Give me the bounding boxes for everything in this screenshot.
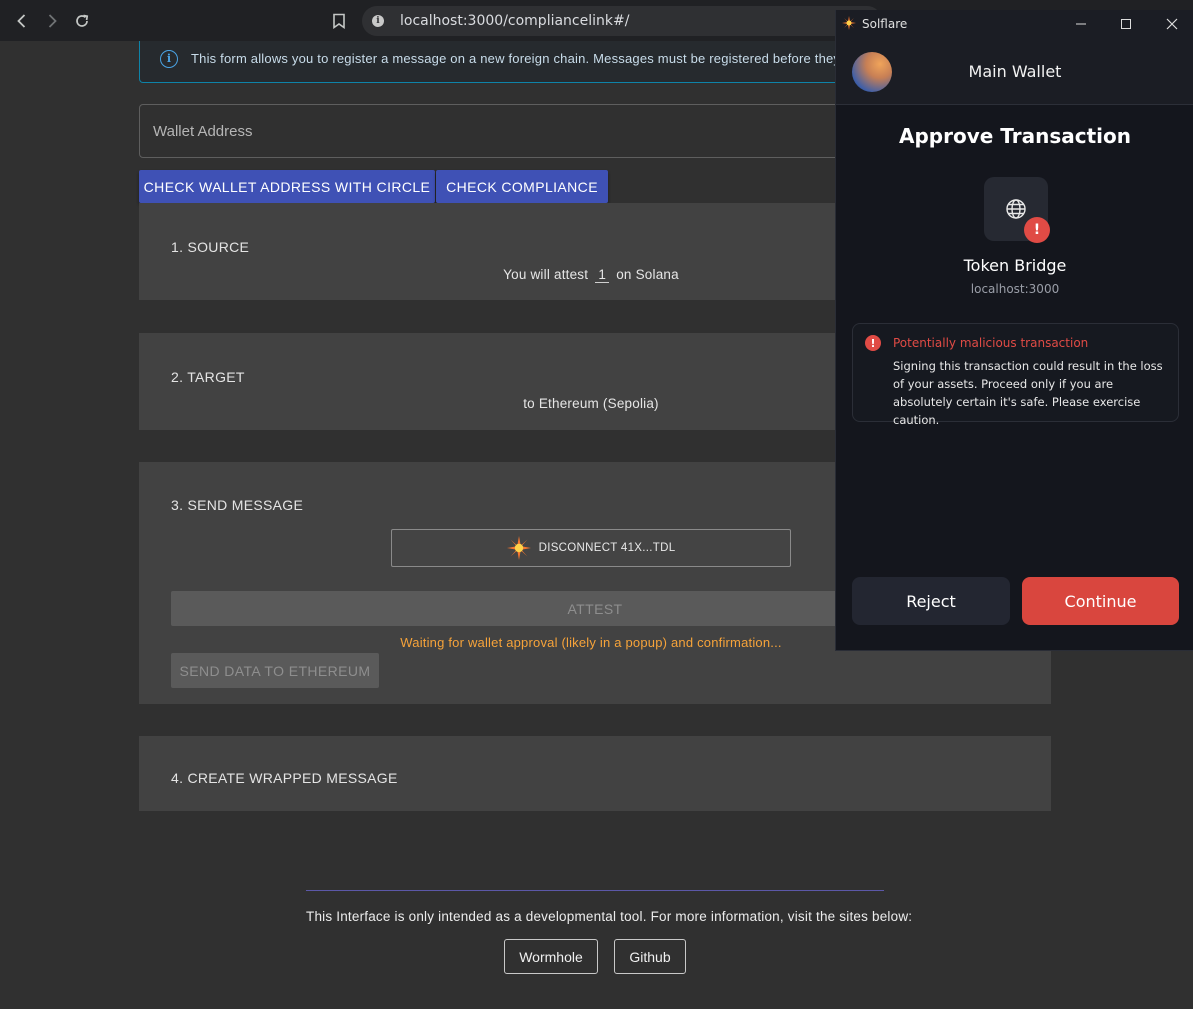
wormhole-link[interactable]: Wormhole [504, 939, 598, 974]
arrow-right-icon [48, 14, 57, 28]
globe-icon [1006, 199, 1026, 219]
source-text-before: You will attest [503, 267, 589, 282]
disconnect-wallet-button[interactable]: DISCONNECT 41X...TDL [391, 529, 791, 567]
minimize-button[interactable] [1071, 14, 1091, 34]
arrow-left-icon [17, 14, 26, 28]
section-title: 1. SOURCE [171, 239, 250, 255]
wallet-header: Main Wallet [836, 38, 1193, 105]
maximize-icon [1121, 19, 1131, 29]
warning-title: Potentially malicious transaction [893, 336, 1089, 350]
wallet-name[interactable]: Main Wallet [836, 62, 1193, 81]
popup-app-title: Solflare [862, 17, 908, 31]
malicious-warning: ! Potentially malicious transaction Sign… [852, 323, 1179, 427]
minimize-icon [1076, 23, 1086, 25]
solflare-popup: Solflare Main Wallet Approve Transaction… [835, 10, 1193, 651]
warning-badge-icon: ! [1024, 217, 1050, 243]
solflare-icon [506, 536, 531, 560]
address-bar-url: localhost:3000/compliancelink#/ [400, 13, 630, 29]
reject-button[interactable]: Reject [852, 577, 1010, 625]
popup-titlebar: Solflare [836, 10, 1193, 38]
bookmark-button[interactable] [328, 9, 350, 33]
close-button[interactable] [1162, 14, 1182, 34]
back-button[interactable] [10, 9, 34, 33]
footer-divider [306, 890, 884, 891]
footer-text: This Interface is only intended as a dev… [306, 909, 913, 924]
maximize-button[interactable] [1116, 14, 1136, 34]
reload-button[interactable] [70, 9, 94, 33]
wrapped-message-section: 4. CREATE WRAPPED MESSAGE [139, 736, 1051, 811]
section-title: 3. SEND MESSAGE [171, 497, 304, 513]
approve-title: Approve Transaction [899, 124, 1131, 148]
source-text-after: on Solana [616, 267, 679, 282]
send-data-button[interactable]: SEND DATA TO ETHEREUM [171, 653, 379, 688]
attest-amount: 1 [595, 267, 610, 283]
bookmark-icon [333, 13, 345, 29]
dapp-name: Token Bridge [963, 256, 1067, 275]
check-compliance-button[interactable]: CHECK COMPLIANCE [436, 170, 608, 203]
alert-icon: ! [865, 335, 881, 351]
continue-button[interactable]: Continue [1022, 577, 1179, 625]
solflare-logo-icon [842, 16, 856, 30]
disconnect-label: DISCONNECT 41X...TDL [538, 542, 676, 554]
github-link[interactable]: Github [614, 939, 686, 974]
forward-button[interactable] [40, 9, 64, 33]
address-bar[interactable]: i localhost:3000/compliancelink#/ [362, 6, 882, 36]
warning-body: Signing this transaction could result in… [893, 359, 1163, 427]
info-icon: i [160, 50, 178, 68]
section-title: 2. TARGET [171, 369, 245, 385]
dapp-host: localhost:3000 [970, 282, 1060, 296]
check-wallet-circle-button[interactable]: CHECK WALLET ADDRESS WITH CIRCLE [139, 170, 435, 203]
reload-icon [76, 14, 89, 27]
section-title: 4. CREATE WRAPPED MESSAGE [171, 770, 398, 786]
close-icon [1166, 18, 1178, 30]
site-info-icon[interactable]: i [372, 15, 384, 27]
